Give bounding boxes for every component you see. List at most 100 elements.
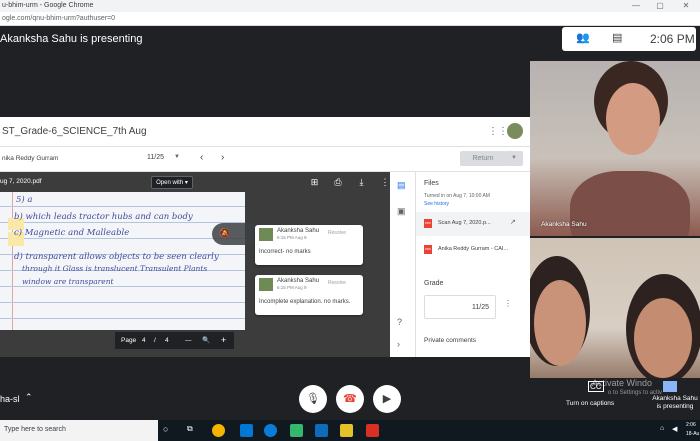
maximize-icon[interactable]: ▢ — [650, 0, 670, 12]
more-vertical-icon[interactable]: ⋮ — [504, 299, 512, 308]
end-call-button[interactable]: ☎ — [336, 385, 364, 413]
document-icon[interactable]: ▤ — [397, 180, 406, 191]
store-icon[interactable] — [240, 424, 253, 437]
handwriting-line: through it Glass is translucent Transule… — [22, 264, 208, 273]
pdf-icon: PDF — [424, 245, 432, 254]
captions-button-label[interactable]: Turn on captions — [566, 400, 614, 407]
side-rail: ▤ ▣ ? › — [390, 172, 416, 357]
tray-time: 2:06 — [686, 422, 696, 428]
microphone-icon: 🎙 — [306, 393, 320, 405]
account-avatar[interactable] — [507, 123, 523, 139]
comment-time: 6:15 PM Aug 9 — [277, 285, 307, 290]
see-history-link[interactable]: See history — [424, 201, 449, 207]
meeting-code[interactable]: ha-sl — [0, 394, 20, 404]
avatar — [259, 278, 273, 291]
pdf-filename: ug 7, 2020.pdf — [0, 178, 42, 185]
outlook-icon[interactable] — [315, 424, 328, 437]
file-item[interactable]: PDF Anika Reddy Gurram - CAI... — [416, 238, 530, 262]
add-comment-icon[interactable]: ⊞ — [304, 177, 325, 188]
participant-tile-student — [530, 238, 700, 388]
chevron-down-icon[interactable]: ▼ — [174, 154, 180, 160]
handwriting-line: c) Magnetic and Malleable — [14, 228, 130, 238]
grade-input[interactable]: 11/25 — [424, 295, 496, 319]
resolve-button[interactable]: Resolve — [328, 280, 346, 286]
tray-date: 18-Au — [686, 431, 700, 437]
print-icon[interactable]: ⎙ — [328, 177, 349, 188]
zoom-in-button[interactable]: + — [221, 332, 226, 349]
return-menu-button[interactable]: ▼ — [505, 151, 523, 166]
url-text: ogle.com/qnu-bhim-urm?authuser=0 — [2, 15, 116, 22]
tray-clock[interactable]: 2:06 18-Au — [686, 421, 699, 439]
edge-icon[interactable] — [264, 424, 277, 437]
open-with-button[interactable]: Open with ▾ — [151, 176, 193, 189]
participant-name-text: Akanksha Sahu — [541, 221, 587, 228]
address-bar[interactable]: ogle.com/qnu-bhim-urm?authuser=0 — [0, 12, 700, 26]
handwriting-line: d) transparent allows objects to be seen… — [14, 252, 219, 262]
people-icon[interactable]: 👥 — [576, 31, 590, 44]
participant-face — [606, 83, 660, 155]
microphone-button[interactable]: 🎙 — [299, 385, 327, 413]
comment-author: Akanksha Sahu — [277, 228, 320, 234]
edge-legacy-icon[interactable] — [290, 424, 303, 437]
meet-bottom-bar: ha-sl ⌃ 🎙 ☎ ▶ Activate Windo o to Settin… — [0, 378, 700, 420]
open-external-icon[interactable]: ↗ — [510, 218, 516, 226]
viewer-toolbar: ⊞ ⎙ ⤓ ⋮ — [304, 177, 396, 188]
rule-line — [0, 238, 245, 239]
return-button[interactable]: Return — [460, 151, 506, 166]
camera-button[interactable]: ▶ — [373, 385, 401, 413]
rule-line — [0, 302, 245, 303]
presenting-label[interactable]: Akanksha Sahu is presenting — [651, 395, 699, 411]
zoom-out-button[interactable]: — — [185, 332, 192, 349]
rule-line — [0, 222, 245, 223]
minimize-icon[interactable]: — — [626, 0, 646, 12]
file-item[interactable]: PDF Scan Aug 7, 2020.p... ↗ — [416, 212, 530, 236]
sticky-notes-icon[interactable] — [340, 424, 353, 437]
present-screen-icon[interactable] — [663, 381, 677, 392]
task-view-icon[interactable]: ⧉ — [187, 424, 200, 437]
participant-tile-presenter: ⫶ Akanksha Sahu — [530, 61, 700, 236]
page-margin — [12, 192, 13, 330]
comment-icon[interactable]: ▣ — [397, 206, 406, 217]
chevron-right-icon[interactable]: › — [397, 339, 400, 349]
classroom-header: ST_Grade-6_SCIENCE_7th Aug ⋮⋮⋮ — [0, 117, 530, 147]
taskbar-search-input[interactable]: Type here to search — [4, 426, 66, 433]
app-icon[interactable] — [366, 424, 379, 437]
phone-hangup-icon: ☎ — [343, 393, 357, 405]
volume-icon[interactable]: ◀ — [672, 425, 677, 433]
zoom-icon[interactable]: 🔍 — [202, 332, 210, 349]
page-current-input[interactable]: 4 — [142, 332, 146, 349]
next-student-button[interactable]: › — [221, 152, 224, 163]
comment-text: Incorrect- no marks — [259, 249, 311, 255]
file-name: Scan Aug 7, 2020.p... — [438, 220, 491, 226]
comment-card[interactable]: Akanksha Sahu 6:15 PM Aug 9 Resolve Inco… — [255, 275, 363, 315]
network-icon[interactable]: ⌂ — [660, 425, 664, 432]
download-icon[interactable]: ⤓ — [351, 177, 372, 188]
cortana-icon[interactable]: ○ — [163, 424, 176, 437]
comment-card[interactable]: Akanksha Sahu 6:15 PM Aug 9 Resolve Inco… — [255, 225, 363, 265]
notification-bell-icon: 🔕 — [219, 228, 231, 238]
window-title: u-bhim-urm - Google Chrome — [2, 2, 94, 9]
taskbar-search-box[interactable]: Type here to search — [0, 420, 158, 441]
files-section: Files Turned in on Aug 7, 10:00 AM See h… — [416, 172, 530, 357]
page-navigation-bar: Page 4 / 4 — 🔍 + — [115, 332, 234, 349]
rule-line — [0, 318, 245, 319]
chevron-up-icon[interactable]: ⌃ — [25, 392, 33, 403]
participant-clothing — [570, 171, 690, 236]
handwriting-line: window are transparent — [22, 277, 114, 286]
student-name[interactable]: nika Reddy Gurram — [2, 155, 58, 162]
rule-line — [0, 206, 245, 207]
turned-in-status: Turned in on Aug 7, 10:00 AM — [424, 193, 490, 199]
presenting-banner: Akanksha Sahu is presenting — [0, 33, 143, 45]
comment-time: 6:15 PM Aug 9 — [277, 235, 307, 240]
handwriting-line: b) which leads tractor hubs and can body — [14, 212, 193, 222]
close-icon[interactable]: ✕ — [676, 0, 696, 12]
chat-icon[interactable]: ▤ — [612, 31, 622, 44]
previous-student-button[interactable]: ‹ — [200, 152, 203, 163]
resolve-button[interactable]: Resolve — [328, 230, 346, 236]
help-icon[interactable]: ? — [397, 317, 402, 327]
chrome-icon[interactable] — [212, 424, 225, 437]
captions-icon[interactable]: CC — [588, 381, 604, 392]
file-name: Anika Reddy Gurram - CAI... — [438, 246, 508, 252]
page-total: 4 — [165, 337, 169, 344]
handwriting-line: 5) a — [16, 195, 33, 205]
